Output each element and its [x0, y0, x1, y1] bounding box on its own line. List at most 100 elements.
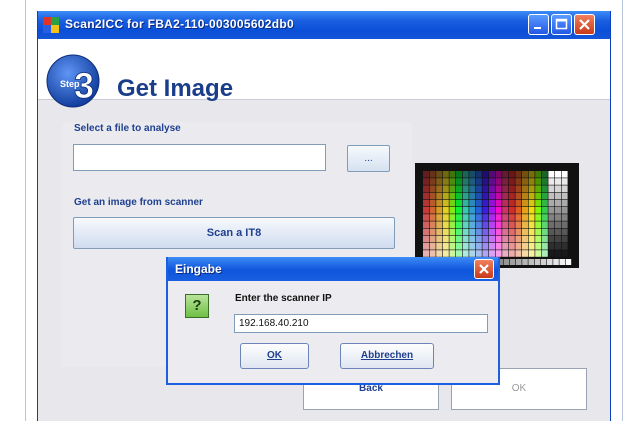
grey-ramp-patch [540, 259, 547, 265]
color-patch [482, 221, 489, 228]
dialog-ok-button[interactable]: OK [240, 343, 309, 369]
minimize-icon [534, 27, 541, 29]
scanner-section-label: Get an image from scanner [74, 197, 203, 208]
color-patch [449, 199, 456, 207]
color-patch [522, 199, 528, 207]
color-patch [442, 199, 449, 207]
color-patch [495, 235, 502, 243]
color-patch [449, 235, 456, 243]
color-patch [528, 250, 535, 257]
color-patch [548, 207, 555, 214]
color-patch [489, 178, 495, 185]
color-patch [528, 178, 535, 185]
color-patch [442, 214, 449, 221]
color-patch [541, 214, 548, 221]
color-patch [462, 178, 469, 185]
file-path-input[interactable] [73, 144, 326, 171]
color-patch [495, 250, 502, 257]
color-patch [502, 171, 509, 178]
frame-left-line [25, 0, 26, 421]
grey-ramp-patch [516, 259, 522, 265]
color-patch [561, 214, 568, 221]
minimize-button[interactable] [528, 14, 549, 35]
color-patch [423, 221, 429, 228]
window-titlebar[interactable]: Scan2ICC for FBA2-110-003005602db0 [38, 11, 610, 39]
color-patch [535, 185, 542, 192]
color-patch [469, 207, 476, 214]
color-patch [423, 235, 429, 243]
dialog-prompt: Enter the scanner IP [235, 293, 332, 304]
maximize-button[interactable] [551, 14, 572, 35]
color-patch [482, 171, 489, 178]
color-patch [449, 185, 456, 192]
color-patch [541, 228, 548, 236]
color-patch [508, 178, 515, 185]
color-patch [555, 228, 561, 236]
color-patch [561, 185, 568, 192]
color-patch [436, 243, 443, 250]
color-patch [475, 185, 482, 192]
color-patch [502, 192, 509, 200]
color-patch [515, 178, 522, 185]
dialog-cancel-button[interactable]: Abbrechen [340, 343, 434, 369]
color-patch [449, 207, 456, 214]
color-patch [449, 178, 456, 185]
color-patch [535, 250, 542, 257]
color-patch [515, 235, 522, 243]
color-patch [548, 185, 555, 192]
dialog-titlebar[interactable]: Eingabe [168, 257, 498, 281]
color-patch [528, 214, 535, 221]
color-patch [449, 243, 456, 250]
color-patch [442, 171, 449, 178]
color-patch [462, 207, 469, 214]
color-patch [522, 171, 528, 178]
color-patch [442, 207, 449, 214]
color-patch [561, 250, 568, 257]
color-patch [535, 228, 542, 236]
color-patch [469, 221, 476, 228]
color-patch [462, 199, 469, 207]
dialog-close-button[interactable] [474, 259, 494, 279]
close-button[interactable] [574, 14, 595, 35]
color-patch [528, 228, 535, 236]
color-patch [449, 250, 456, 257]
color-patch [436, 250, 443, 257]
color-patch [508, 199, 515, 207]
color-patch [489, 207, 495, 214]
color-patch [423, 228, 429, 236]
color-patch [423, 199, 429, 207]
scan-it8-button[interactable]: Scan a IT8 [73, 217, 395, 249]
color-patch [423, 185, 429, 192]
color-patch [423, 243, 429, 250]
color-patch [502, 214, 509, 221]
browse-button[interactable]: ... [347, 145, 390, 172]
color-patch [508, 192, 515, 200]
color-patch [423, 171, 429, 178]
color-patch [423, 178, 429, 185]
color-patch [548, 235, 555, 243]
color-patch [508, 207, 515, 214]
color-patch [482, 214, 489, 221]
color-patch [482, 228, 489, 236]
color-patch [469, 199, 476, 207]
color-patch [508, 228, 515, 236]
scanner-ip-input[interactable] [234, 314, 488, 333]
color-patch [555, 192, 561, 200]
color-patch [561, 192, 568, 200]
color-patch [482, 199, 489, 207]
color-patch [508, 185, 515, 192]
color-patch [522, 250, 528, 257]
file-section-label: Select a file to analyse [74, 123, 181, 134]
color-patch [555, 250, 561, 257]
color-patch [535, 207, 542, 214]
color-patch [541, 171, 548, 178]
color-patch [423, 214, 429, 221]
grey-ramp-patch [534, 259, 541, 265]
color-patch [456, 214, 462, 221]
color-patch [515, 250, 522, 257]
color-patch [522, 228, 528, 236]
color-patch [508, 250, 515, 257]
color-patch [429, 228, 436, 236]
color-patch [469, 178, 476, 185]
color-patch [495, 207, 502, 214]
